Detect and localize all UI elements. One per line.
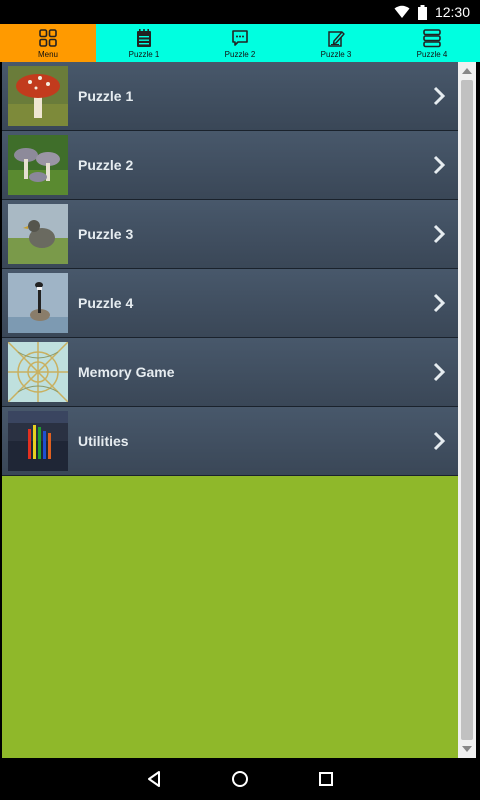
scroll-up-icon[interactable] [462, 68, 472, 74]
tab-puzzle-3[interactable]: Puzzle 3 [288, 24, 384, 62]
content-area: Puzzle 1 Puzzle 2 Puzzle 3 Puzzle 4 Memo… [2, 62, 458, 758]
item-label: Utilities [78, 433, 129, 449]
edit-icon [328, 31, 345, 47]
chat-bubble-icon [232, 30, 248, 46]
mushrooms-cluster-thumbnail [8, 135, 68, 195]
list-item-puzzle-3[interactable]: Puzzle 3 [2, 200, 458, 269]
status-icons: 12:30 [394, 4, 470, 20]
list-item-memory-game[interactable]: Memory Game [2, 338, 458, 407]
battery-icon [417, 4, 427, 20]
tab-label: Puzzle 2 [224, 50, 256, 59]
tab-bar: Menu Puzzle 1 Puzzle 2 Puzzle 3 Puzzle 4 [0, 24, 480, 62]
chevron-right-icon [433, 362, 446, 382]
navigation-bar [0, 758, 480, 800]
tab-puzzle-4[interactable]: Puzzle 4 [384, 24, 480, 62]
tab-puzzle-1[interactable]: Puzzle 1 [96, 24, 192, 62]
list-item-puzzle-4[interactable]: Puzzle 4 [2, 269, 458, 338]
scroll-down-icon[interactable] [462, 746, 472, 752]
list-item-puzzle-1[interactable]: Puzzle 1 [2, 62, 458, 131]
tab-menu[interactable]: Menu [0, 24, 96, 62]
tab-label: Puzzle 1 [128, 50, 160, 59]
mushroom-thumbnail [8, 66, 68, 126]
list-item-utilities[interactable]: Utilities [2, 407, 458, 476]
chevron-right-icon [433, 86, 446, 106]
item-label: Puzzle 4 [78, 295, 134, 311]
grid-icon [39, 29, 57, 47]
tab-puzzle-2[interactable]: Puzzle 2 [192, 24, 288, 62]
back-button[interactable] [142, 767, 166, 791]
clock: 12:30 [434, 4, 470, 20]
kaleidoscope-thumbnail [8, 342, 68, 402]
vertical-scrollbar[interactable] [458, 62, 476, 758]
chevron-right-icon [433, 293, 446, 313]
status-bar: 12:30 [0, 0, 480, 24]
menu-list: Puzzle 1 Puzzle 2 Puzzle 3 Puzzle 4 Memo… [2, 62, 458, 476]
stack-icon [423, 29, 441, 48]
item-label: Memory Game [78, 364, 175, 380]
home-icon [232, 771, 248, 787]
bird-thumbnail [8, 204, 68, 264]
item-label: Puzzle 2 [78, 157, 134, 173]
tab-label: Puzzle 3 [320, 50, 352, 59]
tab-label: Puzzle 4 [416, 50, 448, 59]
goose-thumbnail [8, 273, 68, 333]
notepad-icon [137, 29, 151, 47]
item-label: Puzzle 3 [78, 226, 134, 242]
home-button[interactable] [228, 767, 252, 791]
chevron-right-icon [433, 155, 446, 175]
scrollbar-thumb[interactable] [461, 80, 473, 740]
wifi-icon [394, 5, 410, 18]
item-label: Puzzle 1 [78, 88, 134, 104]
pencils-thumbnail [8, 411, 68, 471]
recents-button[interactable] [314, 767, 338, 791]
list-item-puzzle-2[interactable]: Puzzle 2 [2, 131, 458, 200]
back-icon [148, 771, 160, 787]
recents-icon [319, 772, 333, 786]
tab-label: Menu [37, 50, 58, 59]
chevron-right-icon [433, 431, 446, 451]
chevron-right-icon [433, 224, 446, 244]
